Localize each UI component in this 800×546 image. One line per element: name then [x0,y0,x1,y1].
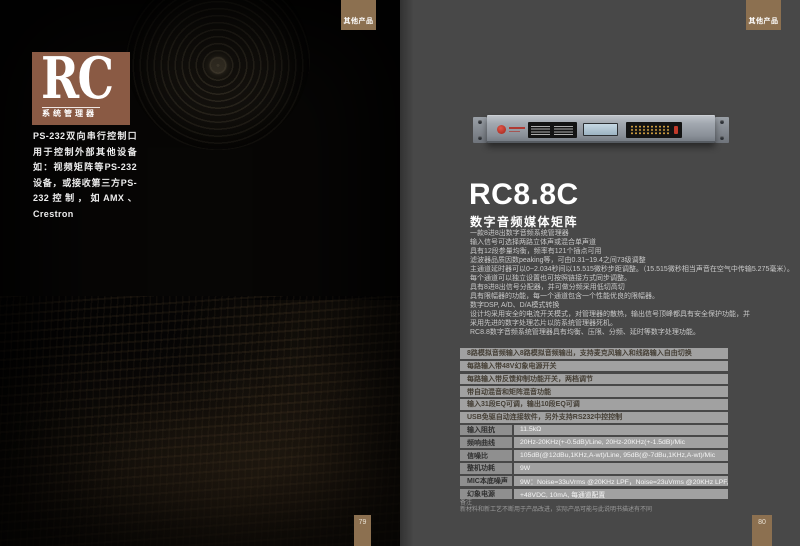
right-page: 其他产品 [400,0,800,546]
catalog-spread: 其他产品 RC 系统管理器 PS-232双向串行控制口用于控制外部其他设备如：视… [0,0,800,546]
footnote-title: 备注 [460,500,652,507]
category-tab-label: 其他产品 [749,16,779,26]
spec-label: 信噪比 [460,450,512,461]
feature-line: 主通道延时器可以0~2.034秒间以15.515微秒步距调整。（15.515微秒… [470,265,792,274]
screw-icon [478,136,482,140]
feature-line: 输入信号可选择两路立体声或混合单声道 [470,238,792,247]
footnote: 备注 新材料和新工艺不断用于产品改进，实际产品可能与此说明书描述有不同 [460,500,652,514]
rack-ear-right [715,117,729,143]
lcd-display [583,123,618,136]
rack-ear-left [473,117,487,143]
led-meters [630,125,671,135]
footnote-text: 新材料和新工艺不断用于产品改进，实际产品可能与此说明书描述有不同 [460,507,652,514]
feature-line: 数字DSP, A/D、D/A模式转换 [470,301,792,310]
spec-row: 每路输入带48V幻象电源开关 [460,361,728,372]
feature-line: 一款8进8出数字音频系统管理器 [470,229,792,238]
page-number-left: 79 [354,515,371,546]
spec-label: 频响曲线 [460,437,512,448]
spec-label: 输入阻抗 [460,425,512,436]
spec-value: 11.5kΩ [514,425,728,436]
series-intro-text: PS-232双向串行控制口用于控制外部其他设备如：视频矩阵等PS-232设备，或… [33,129,137,222]
button-panel [528,122,577,138]
category-tab-right: 其他产品 [746,0,781,30]
spec-table: 8路模拟音频输入8路模拟音频输出，支持麦克风输入和线路输入自由切换 每路输入带4… [460,348,728,501]
spec-value: 9W [514,463,728,474]
product-title: RC8.8C [469,178,579,212]
feature-list: 一款8进8出数字音频系统管理器 输入信号可选择两路立体声或混合单声道 具有12段… [470,229,792,337]
spec-value: +48VDC, 10mA, 每通道配置 [514,489,728,500]
brand-subtitle: 系统管理器 [42,108,97,119]
brand-block: RC 系统管理器 [32,52,130,125]
feature-line: 每个通道可以独立设置也可按照链接方式同步调整。 [470,274,792,283]
spec-row: 信噪比 105dB(@12dBu,1KHz,A-wt)/Line, 95dB(@… [460,450,728,461]
spec-row: USB免驱自动连接软件，另外支持RS232中控控制 [460,412,728,423]
spec-row: 每路输入带反馈抑制功能开关，两档调节 [460,374,728,385]
feature-line: 采用先进的数字处理芯片以防系统管理器死机。 [470,319,792,328]
feature-line: 具有12段参量均衡，频率有121个插点可用 [470,247,792,256]
spec-row: MIC本底噪声 9W：Noise=33uVrms @20KHz LPF，Nois… [460,476,728,487]
product-photo [473,115,729,145]
power-button [674,126,678,134]
spec-row: 输入31段EQ可调，输出10段EQ可调 [460,399,728,410]
spec-value: 9W：Noise=33uVrms @20KHz LPF，Noise=23uVrm… [514,476,728,487]
spec-value: 105dB(@12dBu,1KHz,A-wt)/Line, 95dB(@-7dB… [514,450,728,461]
feature-line: 设计均采用安全的电流开关模式，对管理器的散热，输出信号顶峰都具有安全保护功能，并 [470,310,792,319]
panel-labels [531,125,550,135]
spec-label: 整机功耗 [460,463,512,474]
spec-row: 幻象电源 +48VDC, 10mA, 每通道配置 [460,489,728,500]
brand-logo-text [509,131,520,132]
spec-row: 8路模拟音频输入8路模拟音频输出，支持麦克风输入和线路输入自由切换 [460,348,728,359]
spec-row: 频响曲线 20Hz-20KHz(+-0.5dB)/Line, 20Hz-20KH… [460,437,728,448]
page-spine-shadow [400,0,414,546]
device-faceplate [487,115,715,143]
spec-row: 带自动混音和矩阵混音功能 [460,386,728,397]
brand-logo-icon [497,125,506,134]
product-subtitle: 数字音频媒体矩阵 [470,213,578,230]
spec-row: 整机功耗 9W [460,463,728,474]
spec-row: 输入阻抗 11.5kΩ [460,425,728,436]
category-tab-left: 其他产品 [341,0,376,30]
spec-value: 20Hz-20KHz(+-0.5dB)/Line, 20Hz-20KHz(+-1… [514,437,728,448]
brand-logo-text [509,127,525,129]
feature-line: 具有限幅器的功能，每一个通道包含一个性能优良的限幅器。 [470,292,792,301]
feature-line: RC8.8数字音频系统管理器具有均衡、压限、分频、延时等数字处理功能。 [470,328,792,337]
category-tab-label: 其他产品 [344,16,374,26]
brand-title: RC [41,52,112,109]
led-panel [626,122,682,138]
feature-line: 具有8进8出信号分配器，并可做分频采用低切高切 [470,283,792,292]
page-number-right: 80 [752,515,772,546]
feature-line: 滤波器品质因数peaking等，可由0.31~19.4之间73级调整 [470,256,792,265]
spec-label: MIC本底噪声 [460,476,512,487]
screw-icon [720,120,724,124]
left-page: 其他产品 RC 系统管理器 PS-232双向串行控制口用于控制外部其他设备如：视… [0,0,400,546]
panel-labels [554,125,573,135]
spec-label: 幻象电源 [460,489,512,500]
screw-icon [478,120,482,124]
screw-icon [720,136,724,140]
